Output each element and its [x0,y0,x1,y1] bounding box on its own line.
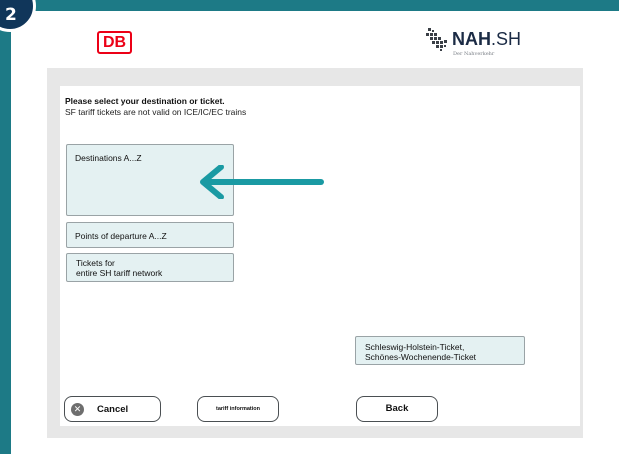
step-number: 2 [5,5,17,25]
prompt-subtitle: SF tariff tickets are not valid on ICE/I… [65,107,247,117]
sh-tickets-line-2: Schönes-Wochenende-Ticket [365,352,477,362]
cancel-label: Cancel [97,404,129,415]
cancel-button[interactable]: ✕ Cancel [64,396,161,422]
nah-wordmark-rest: .SH [491,29,522,49]
departure-points-button[interactable]: Points of departure A...Z [66,222,234,248]
db-logo: DB [97,31,132,54]
frame-top-bar [0,0,619,11]
nah-tagline: Der Nahverkehr [453,51,495,57]
nah-sh-wordmark: NAH.SH [452,29,521,50]
prompt-title: Please select your destination or ticket… [65,96,225,106]
network-tickets-line-1: Tickets for [76,258,115,268]
arrow-left-icon [200,165,324,199]
nah-wordmark-bold: NAH [452,29,491,49]
back-button[interactable]: Back [356,396,438,422]
frame-left-bar [0,0,11,454]
nah-sh-logo: NAH.SH Der Nahverkehr [414,26,554,62]
nah-map-dots-icon [426,28,447,51]
tariff-information-button[interactable]: tariff information [197,396,279,422]
sh-tickets-button[interactable]: Schleswig-Holstein-Ticket, Schönes-Woche… [355,336,525,365]
network-tickets-button[interactable]: Tickets for entire SH tariff network [66,253,234,282]
network-tickets-line-2: entire SH tariff network [76,268,163,278]
step-badge: 2 [0,0,36,32]
close-circle-icon: ✕ [71,403,84,416]
sh-tickets-line-1: Schleswig-Holstein-Ticket, [365,342,465,352]
